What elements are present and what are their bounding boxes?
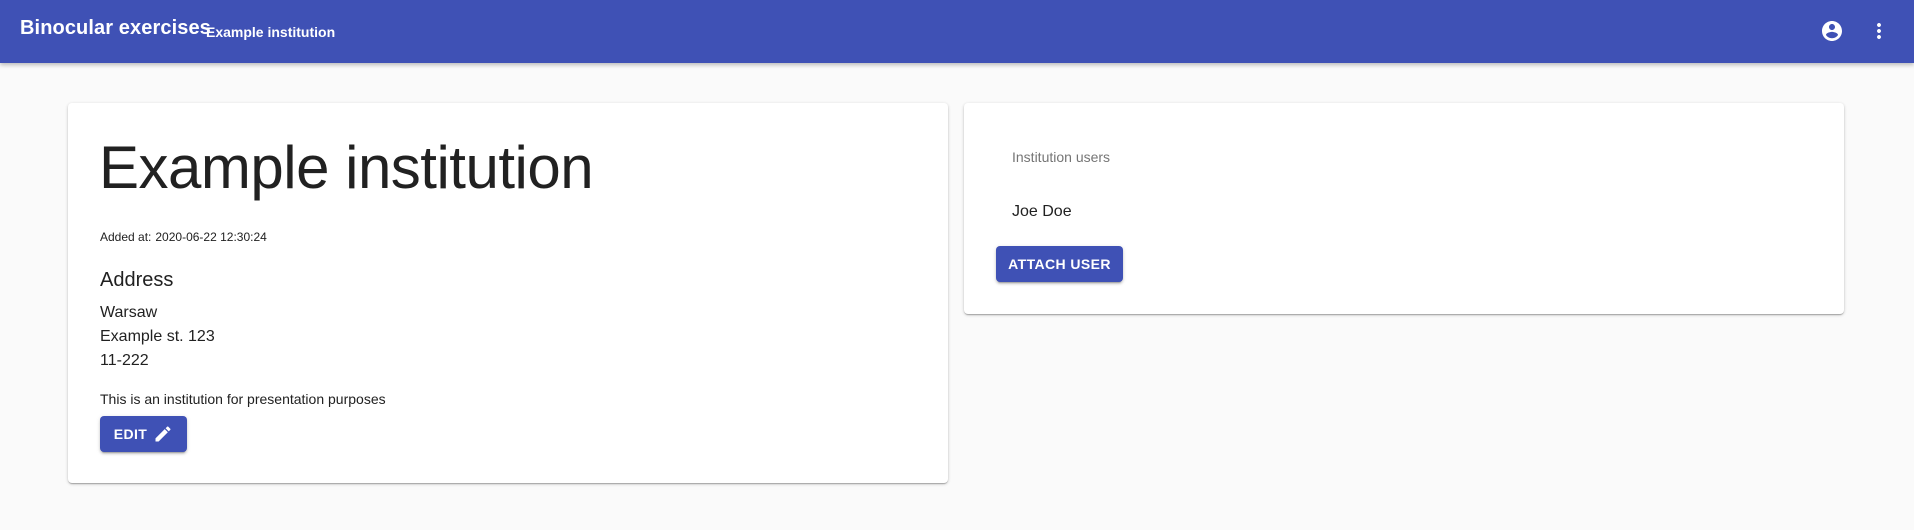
edit-button-label: EDIT bbox=[113, 426, 148, 442]
added-at-label: Added at: bbox=[100, 230, 152, 244]
address-postal-code: 11-222 bbox=[100, 352, 149, 369]
more-vert-icon bbox=[1867, 19, 1891, 43]
address-street: Example st. 123 bbox=[100, 328, 215, 345]
institution-users-label: Institution users bbox=[1012, 149, 1111, 165]
app-bar: Binocular exercises Example institution bbox=[0, 0, 1914, 63]
user-list-item[interactable]: Joe Doe bbox=[1012, 203, 1072, 221]
more-options-button[interactable] bbox=[1862, 14, 1896, 48]
address-heading: Address bbox=[100, 269, 174, 291]
app-title: Binocular exercises bbox=[20, 17, 211, 39]
edit-button[interactable]: EDIT bbox=[100, 416, 187, 452]
added-at-value: 2020-06-22 12:30:24 bbox=[155, 230, 267, 244]
attach-user-button[interactable]: ATTACH USER bbox=[996, 246, 1123, 282]
account-button[interactable] bbox=[1815, 14, 1849, 48]
institution-details-card: Example institution Added at: 2020-06-22 … bbox=[68, 103, 948, 483]
app-subtitle: Example institution bbox=[206, 24, 336, 40]
added-at: Added at: 2020-06-22 12:30:24 bbox=[100, 230, 267, 244]
institution-description: This is an institution for presentation … bbox=[100, 391, 386, 407]
institution-name: Example institution bbox=[99, 134, 594, 201]
address-city: Warsaw bbox=[100, 304, 158, 321]
institution-users-card: Institution users Joe Doe ATTACH USER bbox=[964, 103, 1844, 314]
account-circle-icon bbox=[1820, 19, 1844, 43]
pencil-icon bbox=[153, 424, 173, 444]
